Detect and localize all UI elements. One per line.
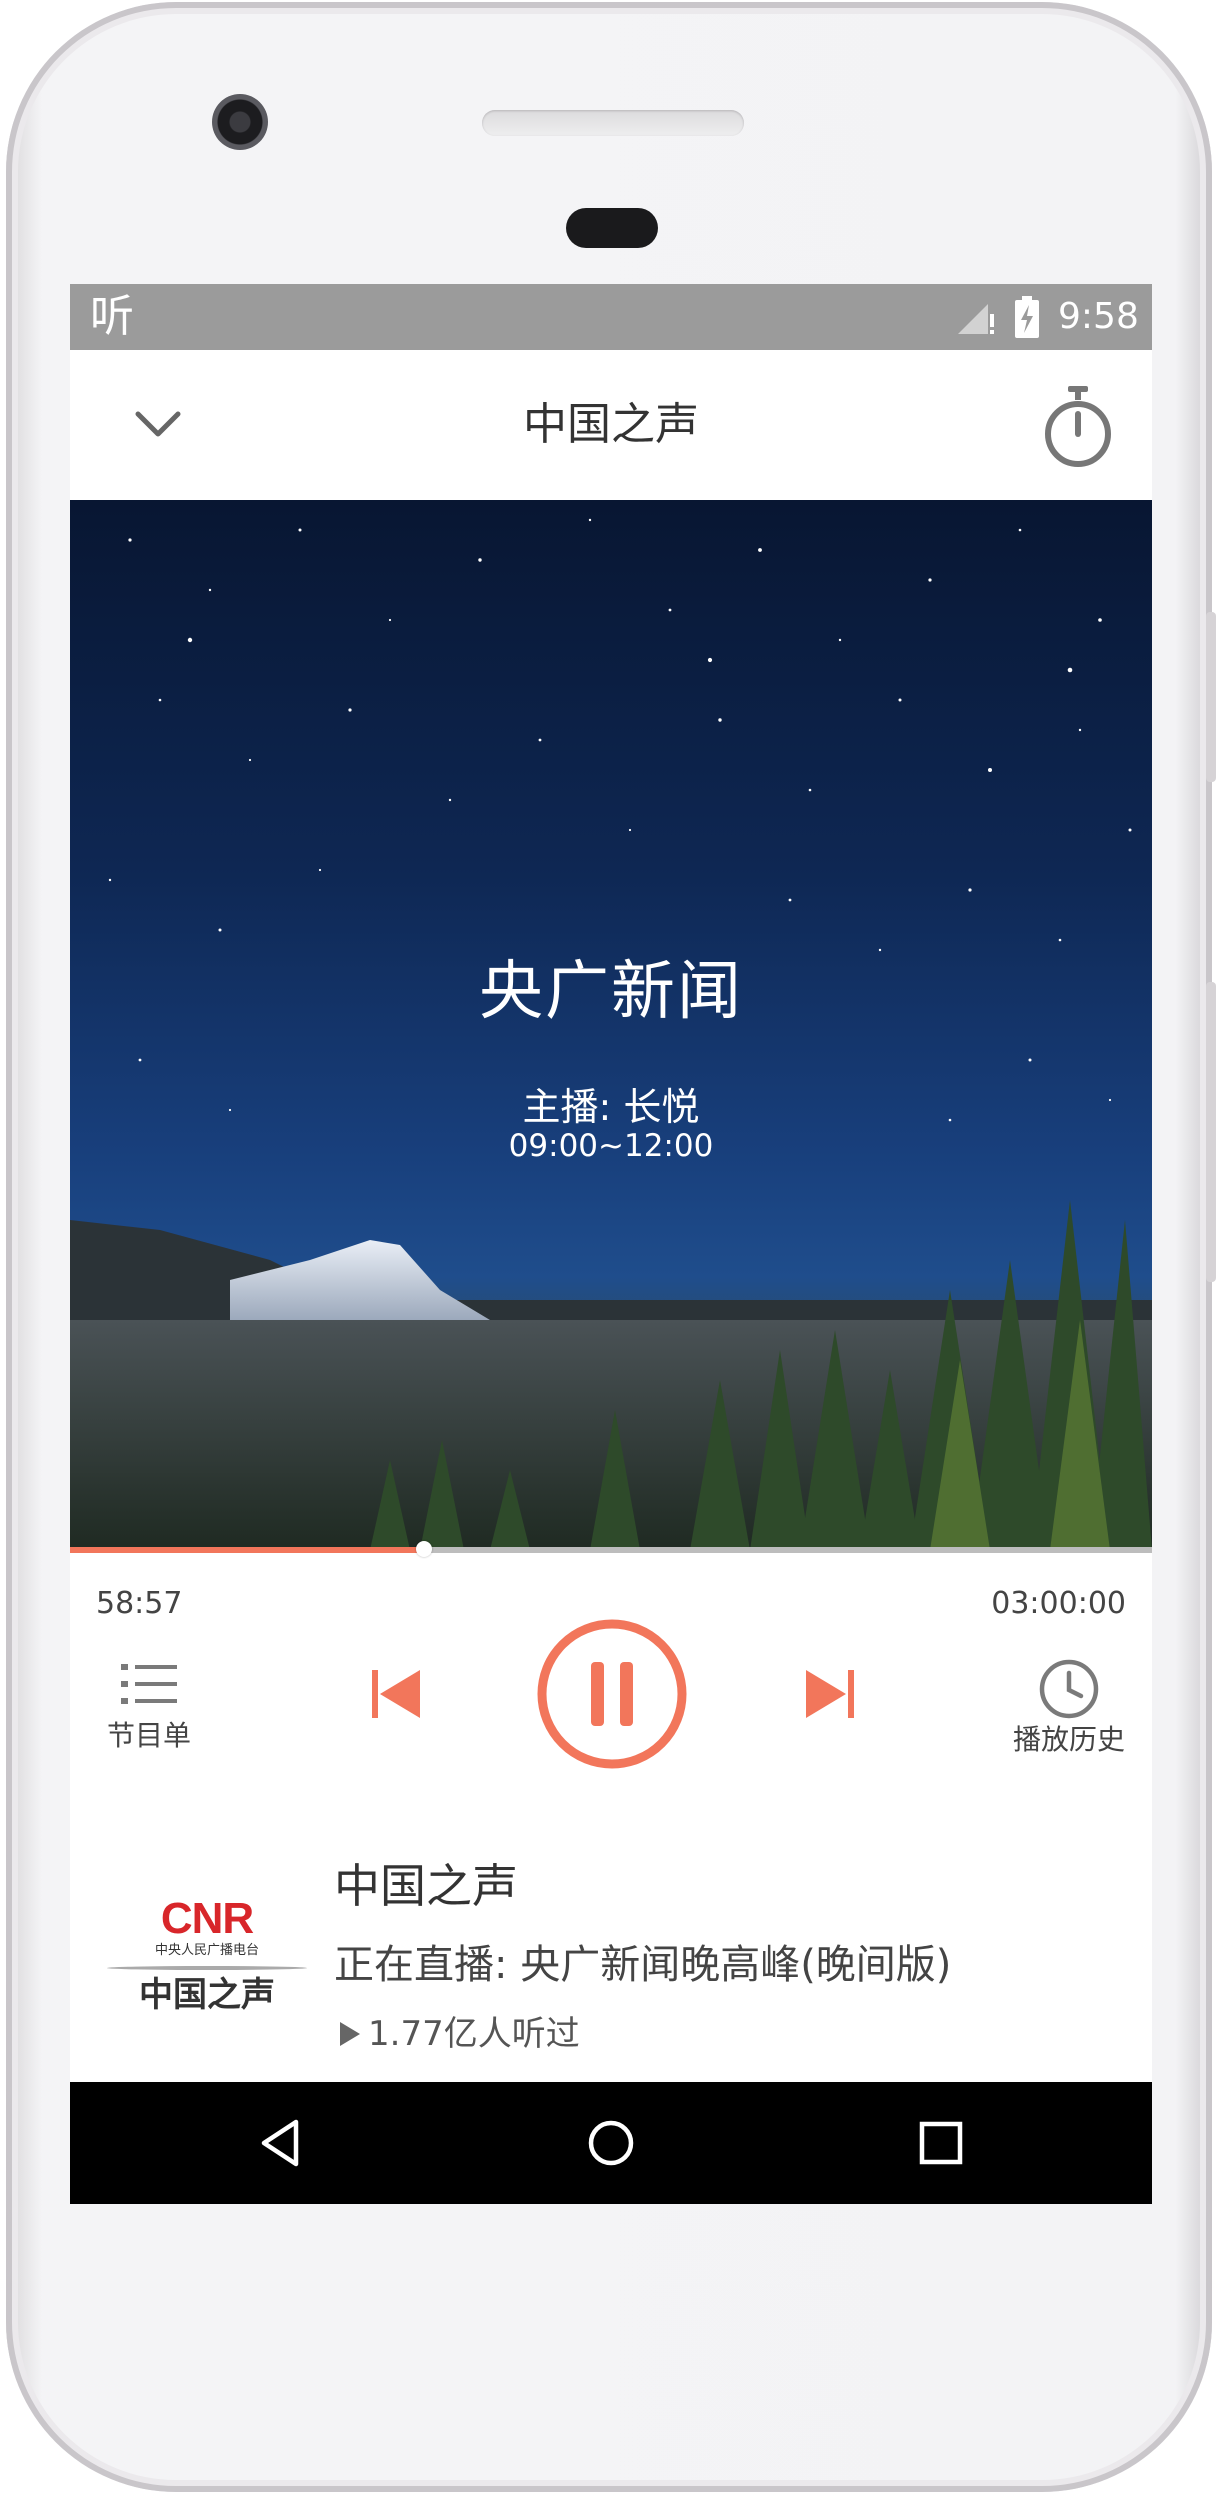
page-title: 中国之声 xyxy=(523,399,699,450)
recents-nav-icon[interactable] xyxy=(918,2120,964,2166)
status-bar: 听 9:58 xyxy=(70,284,1152,350)
program-schedule: 09:00~12:00 xyxy=(508,1128,714,1164)
progress-bar[interactable] xyxy=(70,1541,1152,1557)
station-name: 中国之声 xyxy=(334,1859,518,1913)
program-host: 主播: 长悦 xyxy=(522,1085,700,1129)
volume-button xyxy=(1206,982,1216,1282)
program-title: 央广新闻 xyxy=(479,955,743,1029)
power-button xyxy=(1206,612,1216,782)
phone-frame: 听 9:58 中国之声 央广新闻 主播: 长悦 09:00~12:00 58:5… xyxy=(6,2,1216,2492)
sleep-timer-icon[interactable] xyxy=(1040,384,1116,470)
elapsed-time: 58:57 xyxy=(96,1586,183,1621)
logo-subtext: 中央人民广播电台 xyxy=(154,1943,259,1958)
navigation-bar xyxy=(70,2082,1152,2204)
home-nav-icon[interactable] xyxy=(586,2118,636,2168)
previous-icon[interactable] xyxy=(366,1664,426,1724)
program-cover: 央广新闻 主播: 长悦 09:00~12:00 xyxy=(70,500,1152,1550)
progress-thumb[interactable] xyxy=(415,1541,432,1557)
history-label: 播放历史 xyxy=(1012,1723,1125,1756)
app-notification-icon: 听 xyxy=(90,291,134,342)
pause-icon[interactable] xyxy=(536,1618,688,1770)
screen: 听 9:58 中国之声 央广新闻 主播: 长悦 09:00~12:00 58:5… xyxy=(70,284,1152,2204)
app-bar: 中国之声 xyxy=(70,350,1152,500)
play-count: 1.77亿人听过 xyxy=(338,2006,580,2055)
front-camera xyxy=(212,94,268,150)
signal-icon xyxy=(958,304,994,334)
playlist-button[interactable]: 节目单 xyxy=(84,1660,214,1754)
total-time: 03:00:00 xyxy=(991,1586,1126,1621)
logo-cnr-text: CNR xyxy=(160,1894,254,1943)
earpiece-speaker xyxy=(482,110,744,136)
proximity-sensor xyxy=(566,208,658,248)
station-logo: CNR 中央人民广播电台 中国之声 xyxy=(102,1896,312,2056)
now-playing-text: 正在直播: 央广新闻晚高峰(晚间版) xyxy=(334,1942,952,1988)
progress-fill xyxy=(70,1547,424,1553)
logo-station-name: 中国之声 xyxy=(139,1975,275,2015)
play-small-icon xyxy=(340,2022,360,2046)
history-button[interactable]: 播放历史 xyxy=(994,1658,1144,1758)
back-nav-icon[interactable] xyxy=(256,2118,306,2168)
playlist-label: 节目单 xyxy=(106,1719,191,1752)
status-time: 9:58 xyxy=(1058,296,1139,337)
chevron-down-icon[interactable] xyxy=(128,394,188,454)
next-icon[interactable] xyxy=(800,1664,860,1724)
battery-charging-icon xyxy=(1015,296,1039,338)
clock-icon xyxy=(1039,1659,1099,1719)
list-icon xyxy=(121,1664,177,1704)
logo-divider xyxy=(107,1966,307,1970)
station-card[interactable]: CNR 中央人民广播电台 中国之声 中国之声 正在直播: 央广新闻晚高峰(晚间版… xyxy=(70,1840,1152,2064)
play-count-text: 1.77亿人听过 xyxy=(368,2014,580,2054)
